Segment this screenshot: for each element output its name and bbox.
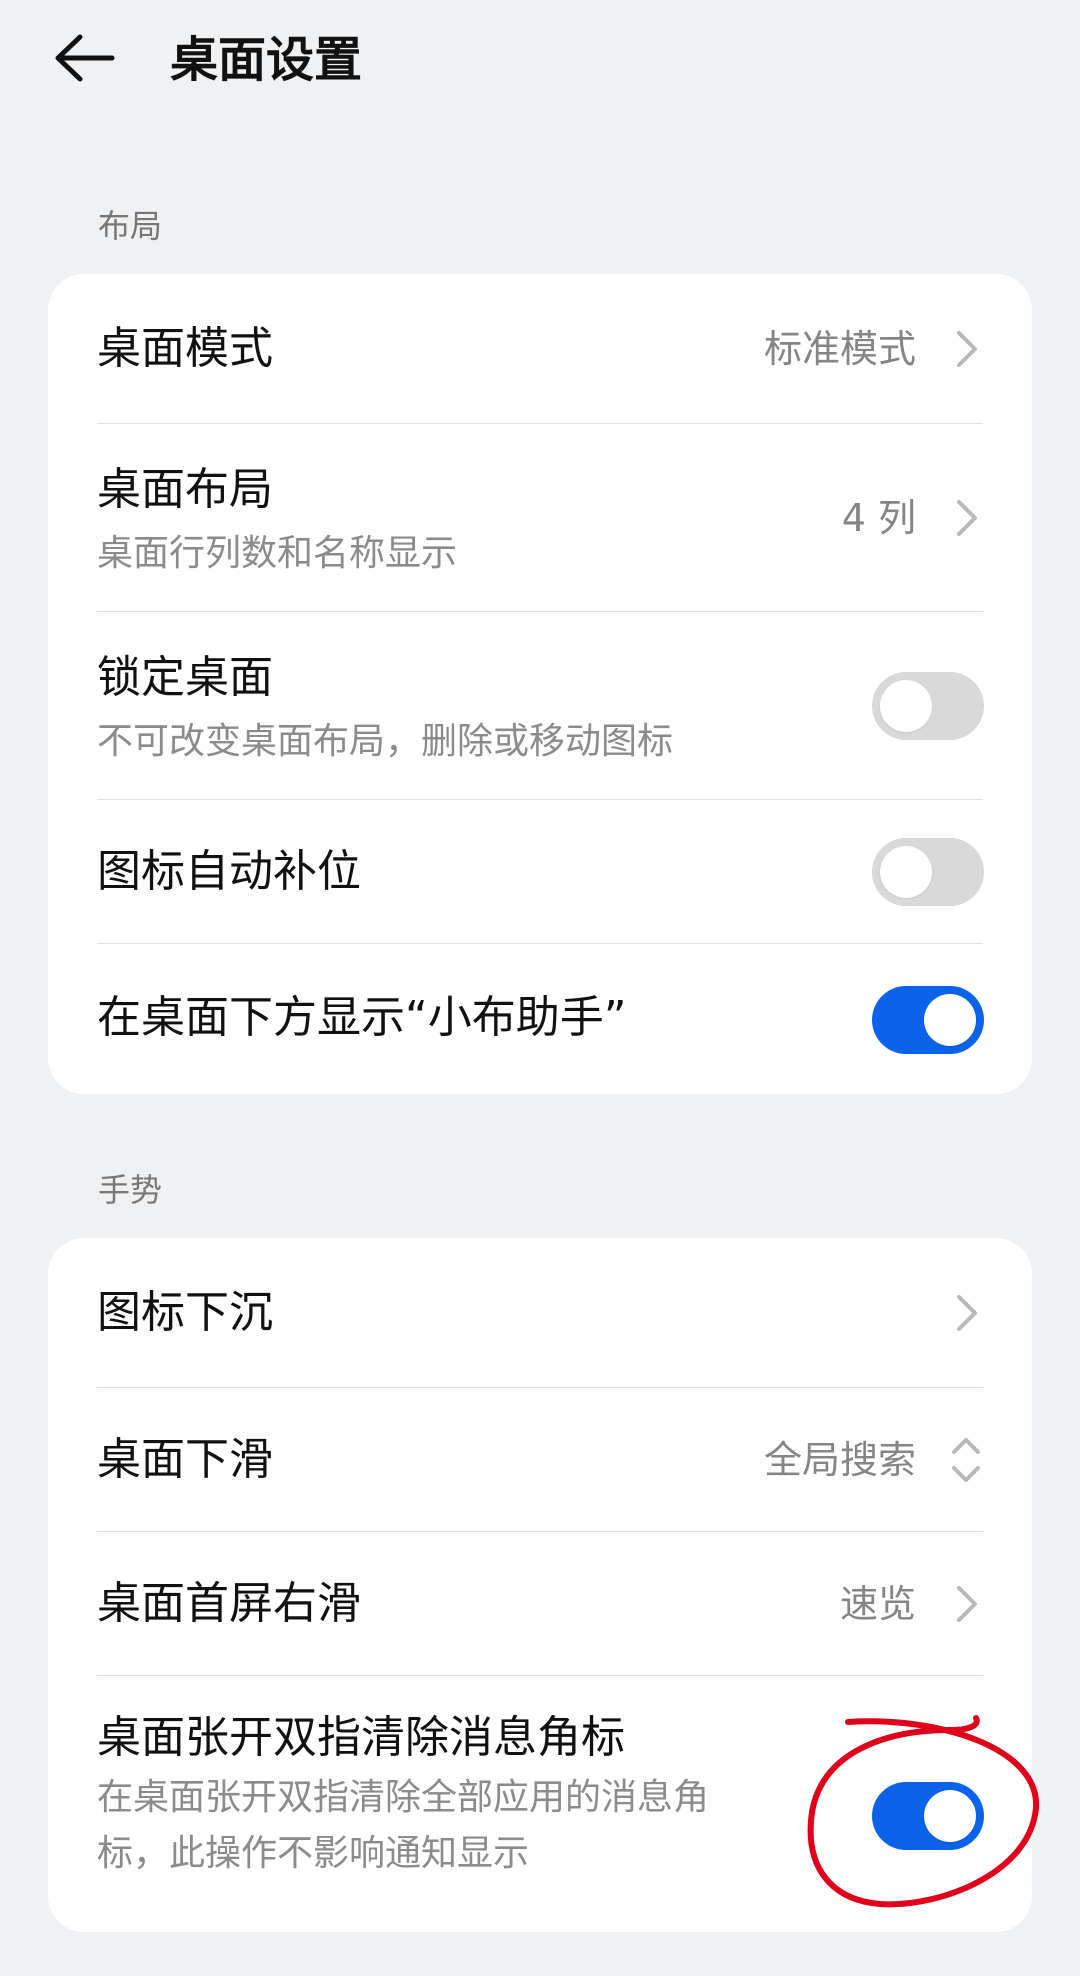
back-arrow-icon[interactable] <box>44 22 124 94</box>
setting-lock-desktop: 锁定桌面 不可改变桌面布局，删除或移动图标 <box>48 612 1032 800</box>
setting-show-assistant: 在桌面下方显示“小布助手” <box>48 944 1032 1094</box>
setting-pinch-clear-badges: 桌面张开双指清除消息角标 在桌面张开双指清除全部应用的消息角 标，此操作不影响通… <box>48 1676 1032 1932</box>
setting-subtitle: 不可改变桌面布局，删除或移动图标 <box>97 721 674 762</box>
gestures-card: 图标下沉 桌面下滑 全局搜索 桌面首屏右滑 速览 桌面张开双指清除消息角标 在桌… <box>48 1238 1032 1932</box>
setting-icon-sink[interactable]: 图标下沉 <box>48 1238 1032 1388</box>
setting-title: 锁定桌面 <box>97 652 273 703</box>
setting-value: 全局搜索 <box>763 1438 916 1482</box>
setting-swipe-down[interactable]: 桌面下滑 全局搜索 <box>48 1388 1032 1532</box>
setting-value: 4 列 <box>841 496 916 540</box>
setting-subtitle: 在桌面张开双指清除全部应用的消息角 <box>97 1777 710 1818</box>
lock-desktop-toggle[interactable] <box>872 672 984 740</box>
toggle-knob <box>880 680 932 732</box>
setting-title: 图标下沉 <box>97 1287 273 1338</box>
toggle-knob <box>924 994 976 1046</box>
setting-subtitle: 桌面行列数和名称显示 <box>97 533 458 574</box>
setting-title: 在桌面下方显示“小布助手” <box>97 992 627 1043</box>
chevron-right-icon <box>950 1287 984 1339</box>
pinch-clear-badges-toggle[interactable] <box>872 1782 984 1850</box>
setting-value: 标准模式 <box>763 327 916 371</box>
section-label-layout: 布局 <box>98 207 163 245</box>
setting-title: 桌面布局 <box>97 464 273 515</box>
toggle-knob <box>880 846 932 898</box>
chevron-right-icon <box>950 1578 984 1630</box>
setting-home-swipe-right[interactable]: 桌面首屏右滑 速览 <box>48 1532 1032 1676</box>
auto-fill-icons-toggle[interactable] <box>872 838 984 906</box>
setting-title: 桌面张开双指清除消息角标 <box>97 1712 625 1763</box>
setting-title: 桌面下滑 <box>97 1434 273 1485</box>
setting-auto-fill-icons: 图标自动补位 <box>48 800 1032 944</box>
show-assistant-toggle[interactable] <box>872 986 984 1054</box>
setting-subtitle: 标，此操作不影响通知显示 <box>97 1833 530 1874</box>
chevron-up-down-icon <box>948 1432 984 1488</box>
setting-title: 图标自动补位 <box>97 846 361 897</box>
setting-value: 速览 <box>839 1582 916 1626</box>
setting-title: 桌面首屏右滑 <box>97 1578 361 1629</box>
chevron-right-icon <box>950 492 984 544</box>
layout-card: 桌面模式 标准模式 桌面布局 桌面行列数和名称显示 4 列 锁定桌面 不可改变桌… <box>48 274 1032 1094</box>
page-title: 桌面设置 <box>170 32 363 88</box>
setting-desktop-layout[interactable]: 桌面布局 桌面行列数和名称显示 4 列 <box>48 424 1032 612</box>
setting-title: 桌面模式 <box>97 323 273 374</box>
section-label-gestures: 手势 <box>98 1171 163 1209</box>
setting-desktop-mode[interactable]: 桌面模式 标准模式 <box>48 274 1032 424</box>
toggle-knob <box>924 1790 976 1842</box>
chevron-right-icon <box>950 323 984 375</box>
top-bar: 桌面设置 <box>0 0 1080 120</box>
